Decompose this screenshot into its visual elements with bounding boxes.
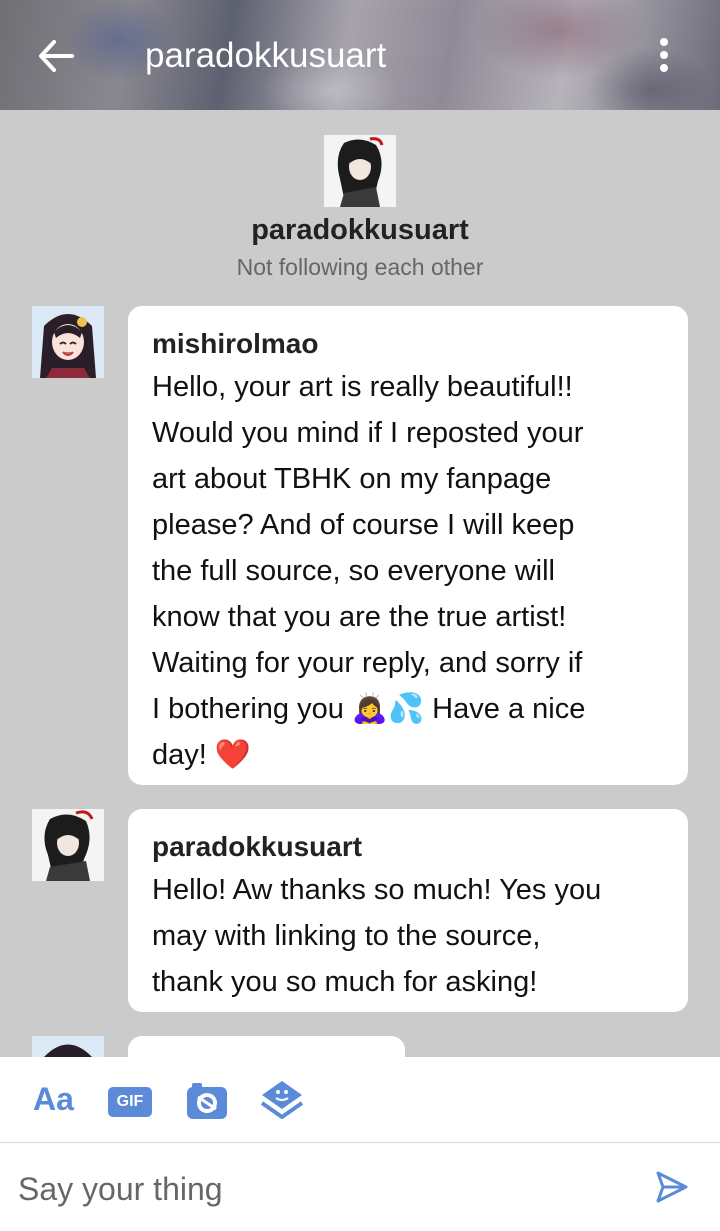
composer-toolbar: Aa GIF xyxy=(0,1057,720,1143)
message-input[interactable] xyxy=(16,1163,620,1215)
sticker-button[interactable] xyxy=(260,1079,304,1123)
message-sender: paradokkusuart xyxy=(152,831,363,862)
message-composer xyxy=(0,1143,720,1231)
profile-name[interactable]: paradokkusuart xyxy=(0,212,720,248)
more-vertical-icon xyxy=(660,38,668,46)
message-bubble: mishirolmao Hello, your art is really be… xyxy=(128,306,688,785)
message-bubble-partial xyxy=(128,1036,405,1057)
send-icon xyxy=(656,1171,688,1203)
sender-avatar[interactable] xyxy=(32,809,104,881)
avatar-image xyxy=(32,809,104,881)
more-options-button[interactable] xyxy=(650,34,678,78)
profile-avatar-image xyxy=(324,135,396,207)
profile-avatar[interactable] xyxy=(324,135,396,207)
avatar-image xyxy=(32,306,104,378)
camera-icon xyxy=(187,1083,227,1119)
conversation-title: paradokkusuart xyxy=(145,36,387,75)
message-text: Hello! Aw thanks so much! Yes you may wi… xyxy=(152,874,602,998)
avatar-image xyxy=(32,1036,104,1057)
message-sender: mishirolmao xyxy=(152,328,319,359)
send-button[interactable] xyxy=(652,1167,692,1207)
sticker-icon xyxy=(260,1081,304,1119)
message-text: Hello, your art is really beautiful!! Wo… xyxy=(152,371,586,771)
follow-status: Not following each other xyxy=(236,254,484,280)
camera-button[interactable] xyxy=(186,1081,228,1121)
message-bubble: paradokkusuart Hello! Aw thanks so much!… xyxy=(128,809,688,1012)
arrow-left-icon xyxy=(39,40,74,72)
sender-avatar[interactable] xyxy=(32,1036,104,1057)
sender-avatar[interactable] xyxy=(32,306,104,378)
chat-header: paradokkusuart xyxy=(0,0,720,110)
back-button[interactable] xyxy=(36,36,76,76)
gif-button[interactable]: GIF xyxy=(108,1087,152,1117)
text-format-button[interactable]: Aa xyxy=(33,1081,74,1118)
